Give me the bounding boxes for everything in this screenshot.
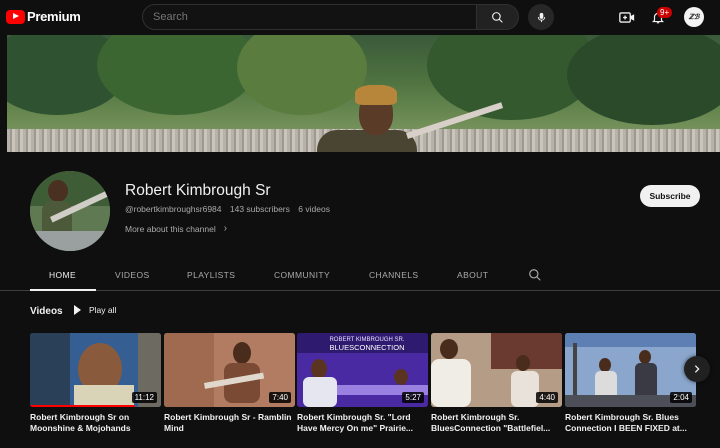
video-thumbnail[interactable]: ROBERT KIMBROUGH SR. BLUESCONNECTION 5:2…	[297, 333, 428, 407]
video-card[interactable]: 11:12 Robert Kimbrough Sr on Moonshine &…	[30, 333, 161, 434]
microphone-icon	[537, 12, 545, 22]
tab-home[interactable]: HOME	[49, 270, 76, 280]
video-thumbnail[interactable]: 11:12	[30, 333, 161, 407]
video-count: 6 videos	[298, 204, 330, 214]
play-all-label: Play all	[89, 305, 117, 315]
youtube-premium-logo[interactable]: Premium	[6, 9, 81, 24]
video-card[interactable]: 7:40 Robert Kimbrough Sr - Ramblin Mind	[164, 333, 295, 434]
video-thumbnail[interactable]: 4:40	[431, 333, 562, 407]
video-duration: 2:04	[670, 392, 692, 403]
video-duration: 7:40	[269, 392, 291, 403]
channel-handle: @robertkimbroughsr6984	[125, 204, 222, 214]
channel-tabs: HOME VIDEOS PLAYLISTS COMMUNITY CHANNELS…	[0, 262, 720, 291]
video-title[interactable]: Robert Kimbrough Sr. "Lord Have Mercy On…	[297, 412, 428, 434]
search-box[interactable]	[142, 4, 477, 30]
channel-meta: @robertkimbroughsr6984 143 subscribers 6…	[125, 204, 336, 214]
video-title[interactable]: Robert Kimbrough Sr. Blues Connection I …	[565, 412, 696, 434]
video-thumbnail[interactable]: 7:40	[164, 333, 295, 407]
video-thumbnail[interactable]: 2:04	[565, 333, 696, 407]
channel-name: Robert Kimbrough Sr	[125, 182, 271, 199]
tab-playlists[interactable]: PLAYLISTS	[187, 270, 235, 280]
channel-avatar[interactable]	[30, 171, 110, 251]
channel-avatar-image	[30, 171, 110, 251]
create-video-icon	[619, 11, 635, 23]
more-about-channel-link[interactable]: More about this channel ›	[125, 223, 227, 234]
section-title: Videos	[30, 306, 63, 317]
channel-banner	[7, 35, 720, 152]
video-card[interactable]: ROBERT KIMBROUGH SR. BLUESCONNECTION 5:2…	[297, 333, 428, 434]
account-avatar[interactable]: ℤℬ	[684, 7, 704, 27]
notification-badge: 9+	[657, 7, 673, 18]
search-button[interactable]	[477, 4, 519, 30]
tab-about[interactable]: ABOUT	[457, 270, 488, 280]
youtube-logo-icon	[6, 9, 25, 24]
avatar-text: ℤℬ	[688, 14, 700, 21]
chevron-right-icon: ›	[223, 223, 228, 234]
tab-channels[interactable]: CHANNELS	[369, 270, 419, 280]
active-tab-indicator	[30, 289, 96, 291]
search-icon	[492, 11, 503, 23]
top-bar: Premium 9+ ℤℬ	[0, 0, 720, 34]
subscribe-button[interactable]: Subscribe	[640, 185, 700, 207]
logo-text: Premium	[27, 9, 81, 24]
video-card[interactable]: 2:04 Robert Kimbrough Sr. Blues Connecti…	[565, 333, 696, 434]
video-title[interactable]: Robert Kimbrough Sr. BluesConnection "Ba…	[431, 412, 562, 434]
video-card[interactable]: 4:40 Robert Kimbrough Sr. BluesConnectio…	[431, 333, 562, 434]
video-duration: 5:27	[402, 392, 424, 403]
thumbnail-caption-line-2: BLUESCONNECTION	[329, 343, 404, 352]
video-title[interactable]: Robert Kimbrough Sr on Moonshine & Mojoh…	[30, 412, 161, 434]
tab-community[interactable]: COMMUNITY	[274, 270, 330, 280]
tab-videos[interactable]: VIDEOS	[115, 270, 150, 280]
search-input[interactable]	[143, 5, 476, 29]
chevron-right-icon	[694, 365, 700, 373]
channel-search-icon[interactable]	[528, 268, 542, 282]
subscriber-count: 143 subscribers	[229, 204, 290, 214]
voice-search-button[interactable]	[528, 4, 554, 30]
play-icon	[74, 305, 81, 315]
banner-person-hat	[355, 85, 397, 105]
video-duration: 4:40	[536, 392, 558, 403]
create-button[interactable]	[618, 9, 636, 25]
play-all-button[interactable]: Play all	[74, 305, 116, 315]
more-about-label: More about this channel	[125, 223, 216, 234]
video-duration: 11:12	[131, 392, 157, 403]
video-title[interactable]: Robert Kimbrough Sr - Ramblin Mind	[164, 412, 295, 434]
carousel-next-button[interactable]	[684, 356, 710, 382]
watch-progress-bar	[30, 405, 135, 407]
